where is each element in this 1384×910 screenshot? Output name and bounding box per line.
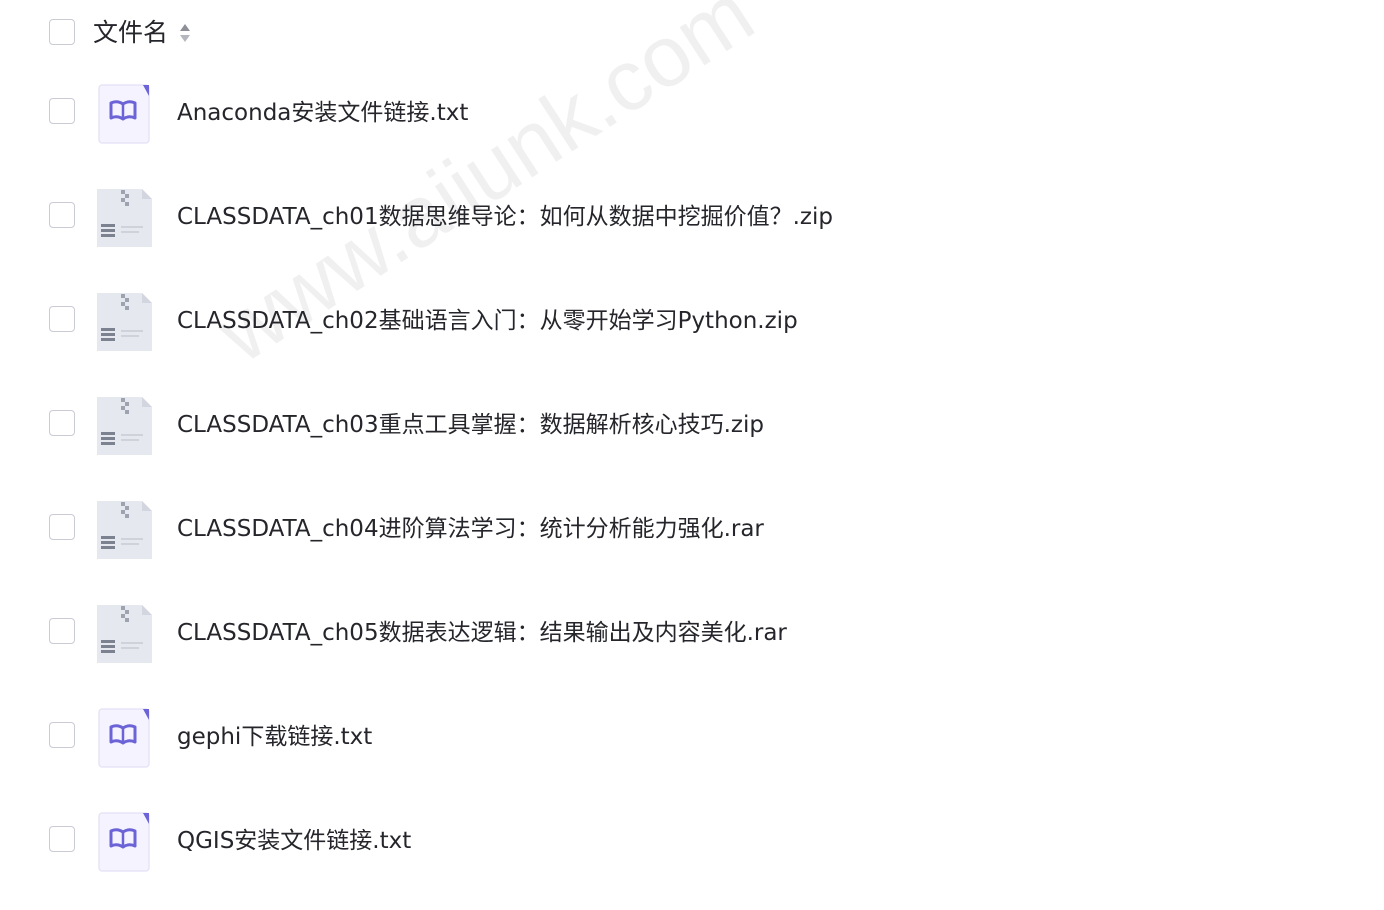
file-row[interactable]: CLASSDATA_ch01数据思维导论：如何从数据中挖掘价值？.zip [0, 166, 1384, 270]
archive-file-icon [94, 186, 154, 250]
file-row-checkbox[interactable] [49, 826, 75, 852]
file-list-header: 文件名 [0, 0, 1384, 66]
file-name[interactable]: Anaconda安装文件链接.txt [177, 95, 468, 131]
file-name[interactable]: CLASSDATA_ch01数据思维导论：如何从数据中挖掘价值？.zip [177, 199, 833, 235]
txt-file-icon [94, 706, 154, 770]
file-row[interactable]: CLASSDATA_ch02基础语言入门：从零开始学习Python.zip [0, 270, 1384, 374]
file-name[interactable]: CLASSDATA_ch02基础语言入门：从零开始学习Python.zip [177, 303, 798, 339]
file-row-checkbox[interactable] [49, 410, 75, 436]
file-row[interactable]: Anaconda安装文件链接.txt [0, 62, 1384, 166]
file-row[interactable]: CLASSDATA_ch04进阶算法学习：统计分析能力强化.rar [0, 478, 1384, 582]
file-name[interactable]: CLASSDATA_ch04进阶算法学习：统计分析能力强化.rar [177, 511, 764, 547]
txt-file-icon [94, 810, 154, 874]
archive-file-icon [94, 394, 154, 458]
file-list: Anaconda安装文件链接.txt CLASSDATA_ch01数据思维导论：… [0, 62, 1384, 894]
file-name[interactable]: gephi下载链接.txt [177, 719, 372, 755]
file-name[interactable]: CLASSDATA_ch03重点工具掌握：数据解析核心技巧.zip [177, 407, 764, 443]
file-row-checkbox[interactable] [49, 514, 75, 540]
archive-file-icon [94, 498, 154, 562]
txt-file-icon [94, 82, 154, 146]
file-name[interactable]: QGIS安装文件链接.txt [177, 823, 411, 859]
file-row-checkbox[interactable] [49, 618, 75, 644]
column-header-filename[interactable]: 文件名 [93, 15, 168, 51]
select-all-checkbox[interactable] [49, 19, 75, 45]
file-row[interactable]: QGIS安装文件链接.txt [0, 790, 1384, 894]
archive-file-icon [94, 290, 154, 354]
file-browser: www.aiiunk.com 文件名 Anaconda安装文件链接.txt CL… [0, 0, 1384, 910]
file-row-checkbox[interactable] [49, 202, 75, 228]
file-name[interactable]: CLASSDATA_ch05数据表达逻辑：结果输出及内容美化.rar [177, 615, 787, 651]
sort-icon[interactable] [178, 21, 192, 45]
file-row[interactable]: CLASSDATA_ch03重点工具掌握：数据解析核心技巧.zip [0, 374, 1384, 478]
file-row[interactable]: CLASSDATA_ch05数据表达逻辑：结果输出及内容美化.rar [0, 582, 1384, 686]
archive-file-icon [94, 602, 154, 666]
file-row-checkbox[interactable] [49, 722, 75, 748]
file-row-checkbox[interactable] [49, 98, 75, 124]
file-row[interactable]: gephi下载链接.txt [0, 686, 1384, 790]
file-row-checkbox[interactable] [49, 306, 75, 332]
